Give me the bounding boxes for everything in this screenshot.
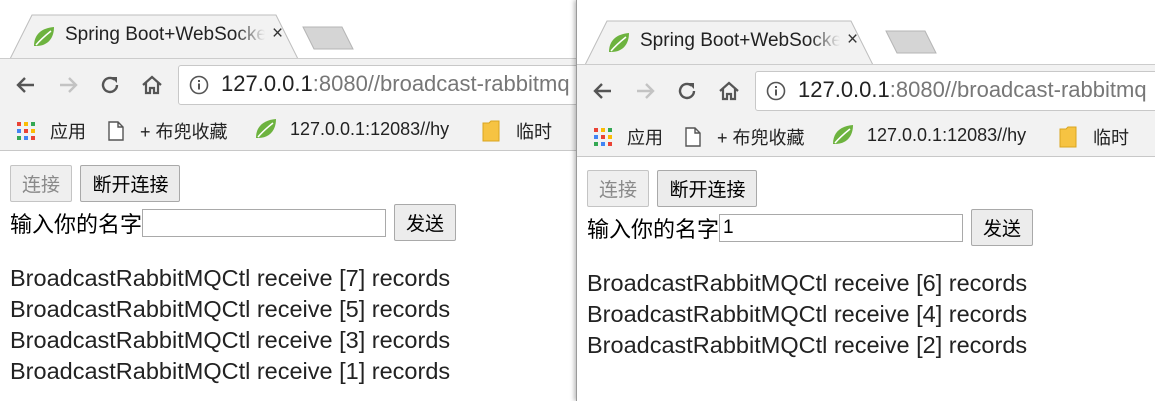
url-rest: :8080//broadcast-rabbitmq xyxy=(889,77,1147,102)
connection-controls: 连接 断开连接 xyxy=(10,165,576,202)
bookmark-collect-label: + 布兜收藏 xyxy=(717,128,805,148)
message-item: BroadcastRabbitMQCtl receive [7] records xyxy=(10,265,451,291)
bookmark-hy[interactable]: 127.0.0.1:12083//hy xyxy=(254,118,449,140)
bookmark-hy-label: 127.0.0.1:12083//hy xyxy=(867,124,1027,145)
home-icon xyxy=(142,75,162,95)
message-item: BroadcastRabbitMQCtl receive [2] records xyxy=(587,332,1028,358)
forward-button[interactable] xyxy=(52,69,84,101)
name-row: 输入你的名字 发送 xyxy=(587,209,1155,246)
bookmark-collect-label: + 布兜收藏 xyxy=(140,122,228,142)
browser-tab[interactable]: Spring Boot+WebSocket × xyxy=(10,14,298,59)
tab-close-icon[interactable]: × xyxy=(847,29,858,51)
forward-button[interactable] xyxy=(629,75,661,107)
bookmark-folder-temp[interactable]: 临时 xyxy=(482,118,552,144)
tab-title: Spring Boot+WebSocket xyxy=(640,30,840,51)
forward-icon xyxy=(637,83,655,99)
address-bar[interactable]: 127.0.0.1:8080//broadcast-rabbitmq xyxy=(178,65,576,105)
browser-tab[interactable]: Spring Boot+WebSocket × xyxy=(585,20,873,65)
browser-window-right: Spring Boot+WebSocket × 127.0.0.1:8080//… xyxy=(576,0,1155,401)
home-button[interactable] xyxy=(713,75,745,107)
folder-icon xyxy=(1059,126,1077,148)
tab-close-icon[interactable]: × xyxy=(272,23,283,45)
reload-button[interactable] xyxy=(94,69,126,101)
name-input[interactable] xyxy=(719,213,964,242)
new-tab-button[interactable] xyxy=(885,30,937,54)
bookmark-apps[interactable]: 应用 xyxy=(593,124,663,150)
bookmark-folder-label: 临时 xyxy=(516,122,552,142)
bookmark-folder-temp[interactable]: 临时 xyxy=(1059,124,1129,150)
url-host: 127.0.0.1 xyxy=(221,71,313,96)
send-button[interactable]: 发送 xyxy=(971,209,1034,246)
back-button[interactable] xyxy=(587,75,619,107)
message-item: BroadcastRabbitMQCtl receive [4] records xyxy=(587,301,1028,327)
forward-icon xyxy=(60,77,78,93)
back-icon xyxy=(593,83,611,99)
toolbar: 127.0.0.1:8080//broadcast-rabbitmq xyxy=(0,58,576,111)
bookmark-apps[interactable]: 应用 xyxy=(16,118,86,144)
home-icon xyxy=(719,81,739,101)
browser-window-left: Spring Boot+WebSocket × 127.0.0.1:8080//… xyxy=(0,0,576,401)
bookmark-collect[interactable]: + 布兜收藏 xyxy=(685,124,805,150)
bookmarks-bar: 应用 + 布兜收藏 127.0.0.1:12083//hy 临时 xyxy=(577,116,1155,157)
spring-leaf-icon xyxy=(833,125,853,144)
name-row: 输入你的名字 发送 xyxy=(10,204,576,241)
reload-icon xyxy=(101,76,119,94)
apps-grid-icon xyxy=(17,122,35,140)
url-rest: :8080//broadcast-rabbitmq xyxy=(312,71,570,96)
name-input[interactable] xyxy=(142,208,387,237)
back-icon xyxy=(16,77,34,93)
page-icon xyxy=(108,121,124,141)
tab-strip: Spring Boot+WebSocket × xyxy=(577,6,1155,65)
bookmark-apps-label: 应用 xyxy=(50,122,86,142)
connect-button[interactable]: 连接 xyxy=(10,165,73,202)
bookmarks-bar: 应用 + 布兜收藏 127.0.0.1:12083//hy 临时 xyxy=(0,110,576,151)
home-button[interactable] xyxy=(136,69,168,101)
page-content: 连接 断开连接 输入你的名字 发送 BroadcastRabbitMQCtl r… xyxy=(587,170,1155,361)
url-text: 127.0.0.1:8080//broadcast-rabbitmq xyxy=(221,71,570,97)
page-icon xyxy=(685,127,701,147)
reload-button[interactable] xyxy=(671,75,703,107)
tab-strip: Spring Boot+WebSocket × xyxy=(0,0,576,59)
bookmark-folder-label: 临时 xyxy=(1093,128,1129,148)
new-tab-button[interactable] xyxy=(302,26,354,50)
message-item: BroadcastRabbitMQCtl receive [6] records xyxy=(587,270,1028,296)
message-item: BroadcastRabbitMQCtl receive [3] records xyxy=(10,327,451,353)
address-bar[interactable]: 127.0.0.1:8080//broadcast-rabbitmq xyxy=(755,71,1155,111)
tab-title: Spring Boot+WebSocket xyxy=(65,24,265,45)
info-icon[interactable] xyxy=(766,81,786,101)
disconnect-button[interactable]: 断开连接 xyxy=(80,165,181,202)
folder-icon xyxy=(482,120,500,142)
spring-leaf-icon xyxy=(609,33,629,52)
message-item: BroadcastRabbitMQCtl receive [5] records xyxy=(10,296,451,322)
spring-leaf-icon xyxy=(256,119,276,138)
toolbar: 127.0.0.1:8080//broadcast-rabbitmq xyxy=(577,64,1155,117)
back-button[interactable] xyxy=(10,69,42,101)
url-text: 127.0.0.1:8080//broadcast-rabbitmq xyxy=(798,77,1147,103)
bookmark-hy-label: 127.0.0.1:12083//hy xyxy=(290,118,450,139)
info-icon[interactable] xyxy=(189,75,209,95)
spring-leaf-icon xyxy=(34,27,54,46)
message-list: BroadcastRabbitMQCtl receive [7] records… xyxy=(10,263,576,387)
apps-grid-icon xyxy=(594,128,612,146)
send-button[interactable]: 发送 xyxy=(394,204,457,241)
bookmark-hy[interactable]: 127.0.0.1:12083//hy xyxy=(831,124,1026,146)
page-content: 连接 断开连接 输入你的名字 发送 BroadcastRabbitMQCtl r… xyxy=(10,165,576,387)
connection-controls: 连接 断开连接 xyxy=(587,170,1155,207)
disconnect-button[interactable]: 断开连接 xyxy=(657,170,758,207)
bookmark-collect[interactable]: + 布兜收藏 xyxy=(108,118,228,144)
message-list: BroadcastRabbitMQCtl receive [6] records… xyxy=(587,268,1155,361)
message-item: BroadcastRabbitMQCtl receive [1] records xyxy=(10,358,451,384)
bookmark-apps-label: 应用 xyxy=(627,128,663,148)
url-host: 127.0.0.1 xyxy=(798,77,890,102)
connect-button[interactable]: 连接 xyxy=(587,170,650,207)
name-label: 输入你的名字 xyxy=(587,216,720,242)
name-label: 输入你的名字 xyxy=(10,211,143,237)
reload-icon xyxy=(678,82,696,100)
